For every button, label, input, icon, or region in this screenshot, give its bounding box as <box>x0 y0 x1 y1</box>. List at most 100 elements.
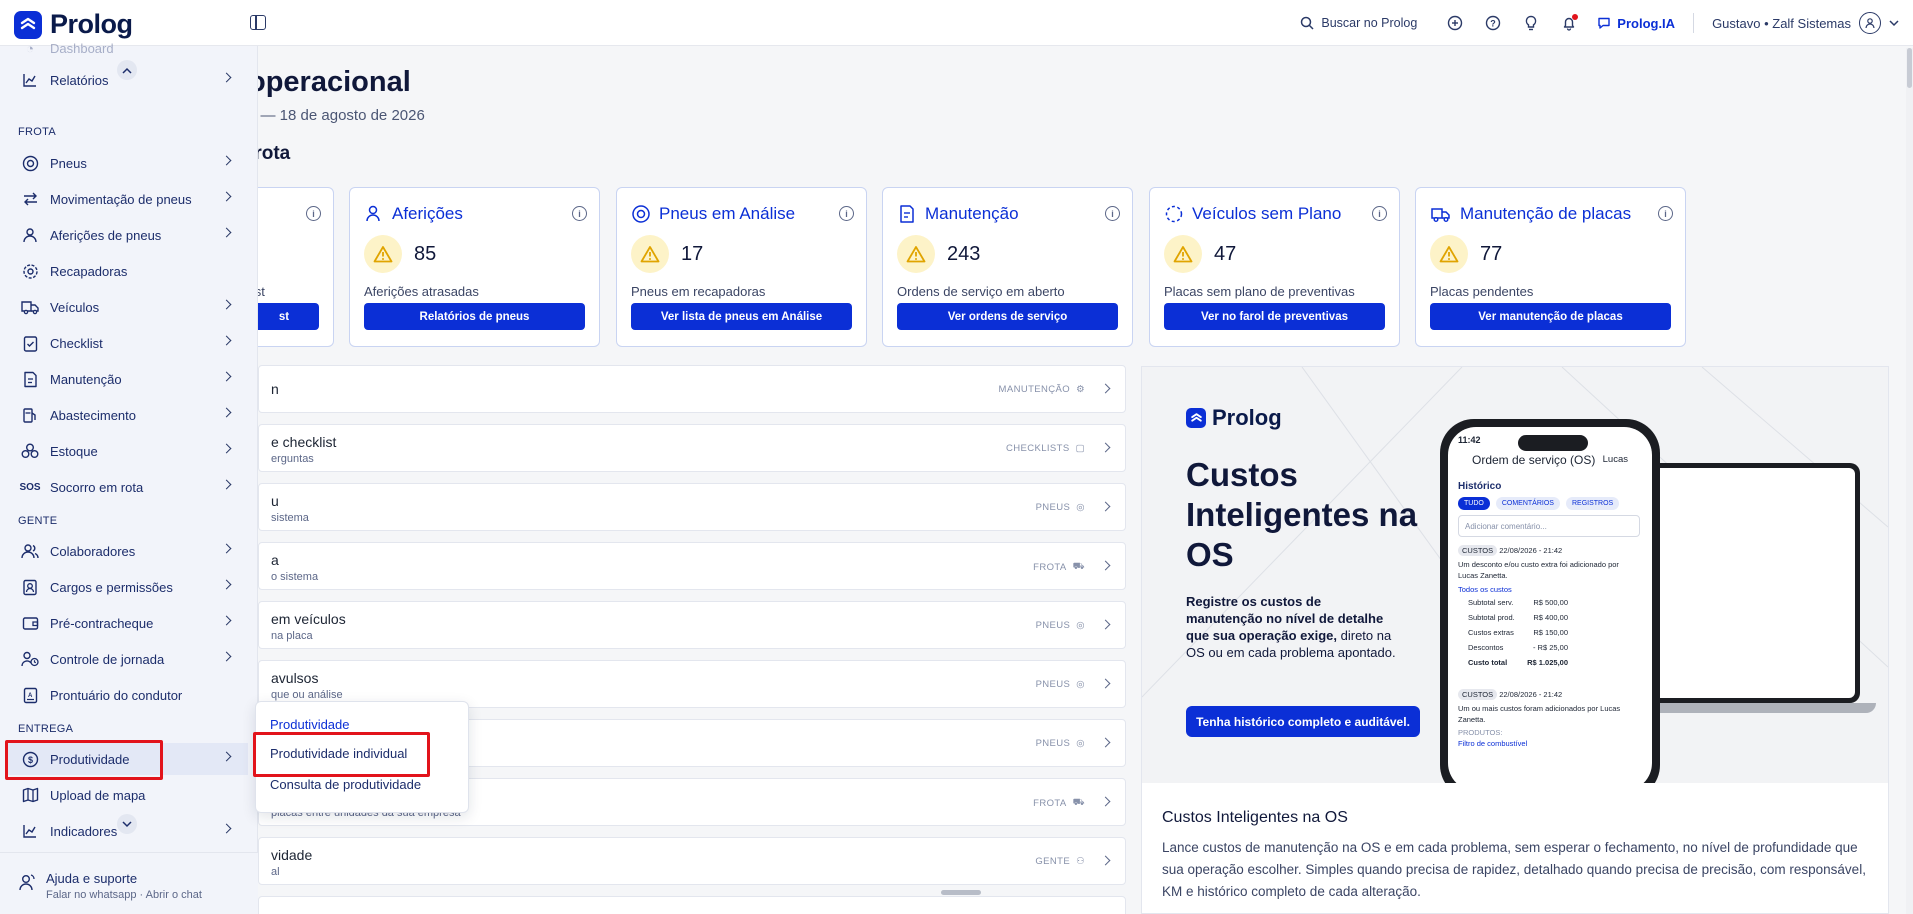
card-checklist: i list st <box>248 187 334 347</box>
add-circle-icon[interactable] <box>1445 13 1465 33</box>
chevron-right-icon <box>1100 442 1111 453</box>
sidebar-item-label: Veículos <box>50 299 100 315</box>
sidebar-item-label: Recapadoras <box>50 263 128 279</box>
promo-banner[interactable]: Prolog Custos Inteligentes na OS Registr… <box>1142 367 1888 783</box>
horizontal-scroll-handle[interactable] <box>941 890 981 895</box>
sidebar-item-afericoes[interactable]: Aferições de pneus <box>6 219 248 251</box>
card-button[interactable]: Ver manutenção de placas <box>1430 303 1671 330</box>
card-pneus-analise: Pneus em Análise i 17 Pneus em recapador… <box>616 187 867 347</box>
wrench-icon: ⚙ <box>1076 384 1085 395</box>
sidebar-item-label: Checklist <box>50 335 103 351</box>
sidebar-item-estoque[interactable]: Estoque <box>6 435 248 467</box>
sidebar-item-prontuario[interactable]: A Prontuário do condutor <box>6 679 248 711</box>
section-entrega: ENTREGA <box>18 723 74 735</box>
info-icon[interactable]: i <box>572 206 587 221</box>
row-title: a <box>271 552 279 568</box>
card-veiculos-sem-plano: Veículos sem Plano i 47 Placas sem plano… <box>1149 187 1400 347</box>
card-title: Pneus em Análise <box>659 204 796 223</box>
chevron-right-icon <box>1100 619 1111 630</box>
sidebar-item-label: Cargos e permissões <box>50 579 173 595</box>
search-button[interactable]: Buscar no Prolog <box>1300 16 1417 30</box>
card-button[interactable]: Relatórios de pneus <box>364 303 585 330</box>
sidebar-item-label: Movimentação de pneus <box>50 191 192 207</box>
sidebar-item-upload-mapa[interactable]: Upload de mapa <box>6 779 248 811</box>
info-icon[interactable]: i <box>839 206 854 221</box>
lightbulb-icon[interactable] <box>1521 13 1541 33</box>
chevron-down-icon <box>1889 20 1899 27</box>
submenu-header[interactable]: Produtividade <box>270 717 350 732</box>
sidebar-item-label: Controle de jornada <box>50 651 165 667</box>
sidebar-item-pneus[interactable]: Pneus <box>6 147 248 179</box>
chevron-right-icon <box>221 227 232 238</box>
sidebar-item-produtividade[interactable]: $ Produtividade <box>6 743 248 775</box>
list-item[interactable]: u sistema PNEUS ◎ <box>258 483 1126 531</box>
sidebar-item-abastecimento[interactable]: Abastecimento <box>6 399 248 431</box>
submenu-item-consulta-produtividade[interactable]: Consulta de produtividade <box>270 777 421 792</box>
sidebar-item-socorro[interactable]: SOS Socorro em rota <box>6 471 248 503</box>
list-item[interactable] <box>258 896 1126 914</box>
laptop-base <box>1632 703 1876 713</box>
info-icon[interactable]: i <box>1372 206 1387 221</box>
row-tag: PNEUS ◎ <box>1035 502 1085 513</box>
search-icon <box>1301 16 1314 30</box>
card-button[interactable]: Ver no farol de preventivas <box>1164 303 1385 330</box>
list-item[interactable]: a o sistema FROTA ⛟ <box>258 542 1126 590</box>
card-button[interactable]: st <box>249 303 319 330</box>
promo-card: Prolog Custos Inteligentes na OS Registr… <box>1141 366 1889 914</box>
card-manutencao: Manutenção i 243 Ordens de serviço em ab… <box>882 187 1133 347</box>
tire-icon <box>20 153 40 173</box>
help-support[interactable]: Ajuda e suporte Falar no whatsapp · Abri… <box>0 852 258 914</box>
phone-chip: REGISTROS <box>1565 497 1620 510</box>
warning-icon <box>1430 235 1468 273</box>
chevron-right-icon <box>1100 560 1111 571</box>
sidebar-item-movimentacao[interactable]: Movimentação de pneus <box>6 183 248 215</box>
info-icon[interactable]: i <box>1105 206 1120 221</box>
notification-bell-icon[interactable] <box>1559 13 1579 33</box>
promo-cta-button[interactable]: Tenha histórico completo e auditável. <box>1186 706 1420 737</box>
row-tag: PNEUS ◎ <box>1035 738 1085 749</box>
info-icon[interactable]: i <box>306 206 321 221</box>
promo-logo: Prolog <box>1186 405 1282 431</box>
card-button[interactable]: Ver ordens de serviço <box>897 303 1118 330</box>
sidebar-item-recapadoras[interactable]: Recapadoras <box>6 255 248 287</box>
warning-icon <box>631 235 669 273</box>
scrollbar-thumb[interactable] <box>1907 48 1912 88</box>
prolog-ia-button[interactable]: Prolog.IA <box>1597 16 1675 31</box>
wallet-icon <box>20 613 40 633</box>
chevron-right-icon <box>221 615 232 626</box>
chevron-right-icon <box>221 72 232 83</box>
sidebar-item-colaboradores[interactable]: Colaboradores <box>6 535 248 567</box>
person-gauge-icon <box>20 225 40 245</box>
user-menu[interactable]: Gustavo • Zalf Sistemas <box>1712 12 1899 34</box>
row-tag: GENTE ⚇ <box>1035 856 1085 867</box>
section-frota: FROTA <box>18 126 56 138</box>
sidebar-item-checklist[interactable]: Checklist <box>6 327 248 359</box>
list-item[interactable]: e checklist erguntas CHECKLISTS ▢ <box>258 424 1126 472</box>
chevron-right-icon <box>221 579 232 590</box>
sidebar-item-cargos[interactable]: Cargos e permissões <box>6 571 248 603</box>
info-icon[interactable]: i <box>1658 206 1673 221</box>
scroll-down-button[interactable] <box>117 814 137 834</box>
help-icon[interactable]: ? <box>1483 13 1503 33</box>
list-item[interactable]: vidade al GENTE ⚇ <box>258 837 1126 885</box>
sidebar-item-manutencao[interactable]: Manutenção <box>6 363 248 395</box>
divider <box>1693 13 1695 33</box>
toggle-sidebar-icon[interactable] <box>250 15 266 30</box>
row-tag: FROTA ⛟ <box>1033 797 1085 809</box>
tire-icon: ◎ <box>1076 738 1085 749</box>
sidebar-item-veiculos[interactable]: Veículos <box>6 291 248 323</box>
card-button[interactable]: Ver lista de pneus em Análise <box>631 303 852 330</box>
list-item[interactable]: em veículos na placa PNEUS ◎ <box>258 601 1126 649</box>
row-title: u <box>271 493 279 509</box>
sidebar-item-pre-contracheque[interactable]: Pré-contracheque <box>6 607 248 639</box>
chart-icon <box>20 70 40 90</box>
submenu-item-produtividade-individual[interactable]: Produtividade individual <box>270 746 407 761</box>
sidebar-item-label: Upload de mapa <box>50 787 146 803</box>
vertical-scrollbar[interactable] <box>1906 48 1913 914</box>
wrench-document-icon <box>900 205 914 223</box>
truck-icon: ⛟ <box>1072 561 1085 572</box>
sidebar-item-controle-jornada[interactable]: Controle de jornada <box>6 643 248 675</box>
scroll-up-button[interactable] <box>117 60 137 80</box>
card-label: Aferições atrasadas <box>364 284 479 299</box>
list-item[interactable]: n MANUTENÇÃO ⚙ <box>258 365 1126 413</box>
